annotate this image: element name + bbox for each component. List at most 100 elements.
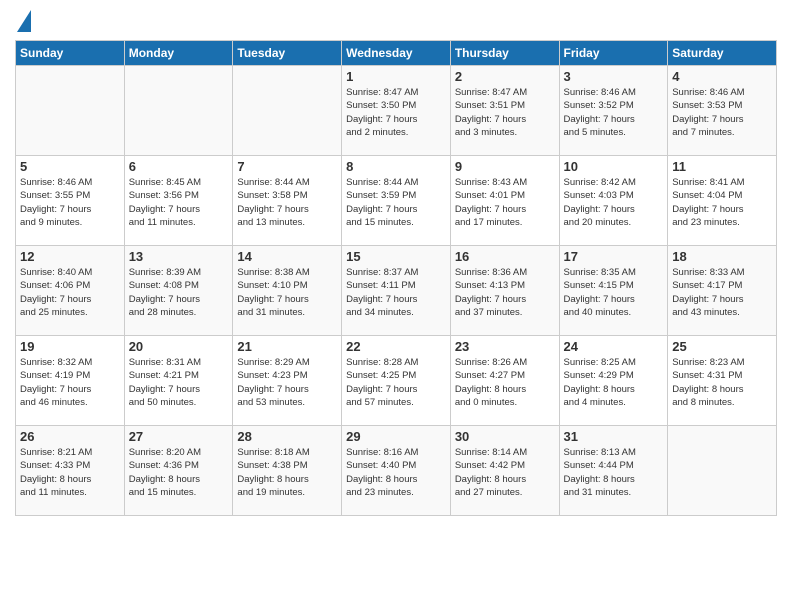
day-info: Sunrise: 8:26 AM Sunset: 4:27 PM Dayligh… (455, 356, 555, 409)
day-number: 8 (346, 159, 446, 174)
calendar-cell: 19 Sunrise: 8:32 AM Sunset: 4:19 PM Dayli… (16, 336, 125, 426)
column-header-friday: Friday (559, 41, 668, 66)
calendar-cell: 26 Sunrise: 8:21 AM Sunset: 4:33 PM Dayli… (16, 426, 125, 516)
week-row-2: 5 Sunrise: 8:46 AM Sunset: 3:55 PM Daylig… (16, 156, 777, 246)
calendar-cell: 20 Sunrise: 8:31 AM Sunset: 4:21 PM Dayli… (124, 336, 233, 426)
calendar-body: 1Sunrise: 8:47 AM Sunset: 3:50 PM Daylig… (16, 66, 777, 516)
day-number: 12 (20, 249, 120, 264)
calendar-cell: 6 Sunrise: 8:45 AM Sunset: 3:56 PM Daylig… (124, 156, 233, 246)
day-number: 30 (455, 429, 555, 444)
calendar-cell: 12 Sunrise: 8:40 AM Sunset: 4:06 PM Dayli… (16, 246, 125, 336)
day-number: 11 (672, 159, 772, 174)
day-info: Sunrise: 8:38 AM Sunset: 4:10 PM Dayligh… (237, 266, 337, 319)
calendar-cell: 29 Sunrise: 8:16 AM Sunset: 4:40 PM Dayli… (342, 426, 451, 516)
day-number: 29 (346, 429, 446, 444)
calendar-cell (124, 66, 233, 156)
calendar-cell: 23 Sunrise: 8:26 AM Sunset: 4:27 PM Dayli… (450, 336, 559, 426)
day-info: Sunrise: 8:29 AM Sunset: 4:23 PM Dayligh… (237, 356, 337, 409)
calendar-cell: 3 Sunrise: 8:46 AM Sunset: 3:52 PM Daylig… (559, 66, 668, 156)
calendar-cell: 30 Sunrise: 8:14 AM Sunset: 4:42 PM Dayli… (450, 426, 559, 516)
day-info: Sunrise: 8:47 AM Sunset: 3:50 PM Dayligh… (346, 86, 446, 139)
day-info: Sunrise: 8:46 AM Sunset: 3:53 PM Dayligh… (672, 86, 772, 139)
day-number: 6 (129, 159, 229, 174)
day-info: Sunrise: 8:31 AM Sunset: 4:21 PM Dayligh… (129, 356, 229, 409)
day-number: 27 (129, 429, 229, 444)
day-info: Sunrise: 8:35 AM Sunset: 4:15 PM Dayligh… (564, 266, 664, 319)
calendar-cell: 21 Sunrise: 8:29 AM Sunset: 4:23 PM Dayli… (233, 336, 342, 426)
day-number: 10 (564, 159, 664, 174)
day-info: Sunrise: 8:23 AM Sunset: 4:31 PM Dayligh… (672, 356, 772, 409)
calendar-cell (233, 66, 342, 156)
calendar-cell: 9Sunrise: 8:43 AM Sunset: 4:01 PM Daylig… (450, 156, 559, 246)
week-row-3: 12 Sunrise: 8:40 AM Sunset: 4:06 PM Dayli… (16, 246, 777, 336)
calendar-cell: 27Sunrise: 8:20 AM Sunset: 4:36 PM Dayli… (124, 426, 233, 516)
column-header-sunday: Sunday (16, 41, 125, 66)
day-number: 20 (129, 339, 229, 354)
day-number: 15 (346, 249, 446, 264)
day-number: 28 (237, 429, 337, 444)
day-number: 3 (564, 69, 664, 84)
header (15, 10, 777, 32)
day-info: Sunrise: 8:45 AM Sunset: 3:56 PM Dayligh… (129, 176, 229, 229)
day-number: 24 (564, 339, 664, 354)
day-info: Sunrise: 8:40 AM Sunset: 4:06 PM Dayligh… (20, 266, 120, 319)
calendar-cell: 4 Sunrise: 8:46 AM Sunset: 3:53 PM Daylig… (668, 66, 777, 156)
day-info: Sunrise: 8:36 AM Sunset: 4:13 PM Dayligh… (455, 266, 555, 319)
calendar-cell: 16Sunrise: 8:36 AM Sunset: 4:13 PM Dayli… (450, 246, 559, 336)
day-number: 25 (672, 339, 772, 354)
calendar-cell: 10 Sunrise: 8:42 AM Sunset: 4:03 PM Dayli… (559, 156, 668, 246)
day-info: Sunrise: 8:32 AM Sunset: 4:19 PM Dayligh… (20, 356, 120, 409)
column-header-thursday: Thursday (450, 41, 559, 66)
calendar-cell: 17 Sunrise: 8:35 AM Sunset: 4:15 PM Dayli… (559, 246, 668, 336)
day-info: Sunrise: 8:47 AM Sunset: 3:51 PM Dayligh… (455, 86, 555, 139)
calendar-cell: 18Sunrise: 8:33 AM Sunset: 4:17 PM Dayli… (668, 246, 777, 336)
calendar-cell: 14 Sunrise: 8:38 AM Sunset: 4:10 PM Dayli… (233, 246, 342, 336)
logo-triangle-icon (17, 10, 31, 32)
day-info: Sunrise: 8:44 AM Sunset: 3:58 PM Dayligh… (237, 176, 337, 229)
day-number: 7 (237, 159, 337, 174)
calendar-cell: 2 Sunrise: 8:47 AM Sunset: 3:51 PM Daylig… (450, 66, 559, 156)
calendar-cell: 28 Sunrise: 8:18 AM Sunset: 4:38 PM Dayli… (233, 426, 342, 516)
day-info: Sunrise: 8:21 AM Sunset: 4:33 PM Dayligh… (20, 446, 120, 499)
day-number: 5 (20, 159, 120, 174)
day-info: Sunrise: 8:44 AM Sunset: 3:59 PM Dayligh… (346, 176, 446, 229)
day-info: Sunrise: 8:37 AM Sunset: 4:11 PM Dayligh… (346, 266, 446, 319)
day-number: 13 (129, 249, 229, 264)
calendar-cell: 15 Sunrise: 8:37 AM Sunset: 4:11 PM Dayli… (342, 246, 451, 336)
day-info: Sunrise: 8:46 AM Sunset: 3:52 PM Dayligh… (564, 86, 664, 139)
week-row-1: 1Sunrise: 8:47 AM Sunset: 3:50 PM Daylig… (16, 66, 777, 156)
day-number: 21 (237, 339, 337, 354)
calendar-table: SundayMondayTuesdayWednesdayThursdayFrid… (15, 40, 777, 516)
week-row-4: 19 Sunrise: 8:32 AM Sunset: 4:19 PM Dayli… (16, 336, 777, 426)
day-number: 23 (455, 339, 555, 354)
day-number: 4 (672, 69, 772, 84)
column-header-tuesday: Tuesday (233, 41, 342, 66)
column-header-monday: Monday (124, 41, 233, 66)
day-info: Sunrise: 8:42 AM Sunset: 4:03 PM Dayligh… (564, 176, 664, 229)
calendar-cell: 22Sunrise: 8:28 AM Sunset: 4:25 PM Dayli… (342, 336, 451, 426)
day-info: Sunrise: 8:14 AM Sunset: 4:42 PM Dayligh… (455, 446, 555, 499)
day-number: 19 (20, 339, 120, 354)
day-info: Sunrise: 8:25 AM Sunset: 4:29 PM Dayligh… (564, 356, 664, 409)
days-header-row: SundayMondayTuesdayWednesdayThursdayFrid… (16, 41, 777, 66)
calendar-cell: 8 Sunrise: 8:44 AM Sunset: 3:59 PM Daylig… (342, 156, 451, 246)
day-info: Sunrise: 8:16 AM Sunset: 4:40 PM Dayligh… (346, 446, 446, 499)
day-info: Sunrise: 8:18 AM Sunset: 4:38 PM Dayligh… (237, 446, 337, 499)
calendar-cell: 24 Sunrise: 8:25 AM Sunset: 4:29 PM Dayli… (559, 336, 668, 426)
day-number: 14 (237, 249, 337, 264)
day-number: 2 (455, 69, 555, 84)
day-number: 26 (20, 429, 120, 444)
calendar-cell: 11Sunrise: 8:41 AM Sunset: 4:04 PM Dayli… (668, 156, 777, 246)
column-header-wednesday: Wednesday (342, 41, 451, 66)
calendar-cell: 5 Sunrise: 8:46 AM Sunset: 3:55 PM Daylig… (16, 156, 125, 246)
day-number: 18 (672, 249, 772, 264)
day-info: Sunrise: 8:39 AM Sunset: 4:08 PM Dayligh… (129, 266, 229, 319)
page: SundayMondayTuesdayWednesdayThursdayFrid… (0, 0, 792, 612)
day-number: 9 (455, 159, 555, 174)
day-number: 31 (564, 429, 664, 444)
logo (15, 10, 31, 32)
calendar-cell: 13 Sunrise: 8:39 AM Sunset: 4:08 PM Dayli… (124, 246, 233, 336)
day-info: Sunrise: 8:46 AM Sunset: 3:55 PM Dayligh… (20, 176, 120, 229)
day-number: 17 (564, 249, 664, 264)
day-info: Sunrise: 8:13 AM Sunset: 4:44 PM Dayligh… (564, 446, 664, 499)
